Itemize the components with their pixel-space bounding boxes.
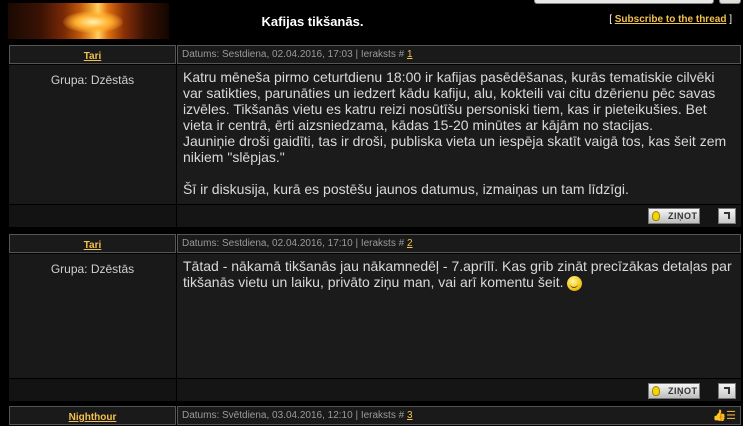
user-group: Grupa: Dzēstās	[50, 73, 135, 87]
author-info: Grupa: Dzēstās	[9, 65, 176, 204]
search-input[interactable]	[534, 0, 714, 4]
post-date: Datums: Sestdiena, 02.04.2016, 17:03 | I…	[182, 49, 405, 60]
post-text-blank	[183, 165, 735, 181]
post-text-line: Šī ir diskusija, kurā es postēšu jaunos …	[183, 181, 629, 197]
post-text-line: Katru mēneša pirmo ceturtdienu 18:00 ir …	[183, 69, 715, 85]
bracket-close: ]	[729, 14, 732, 25]
post-date: Datums: Sestdiena, 02.04.2016, 17:10 | I…	[182, 238, 405, 249]
bulb-icon	[652, 386, 660, 396]
post-meta: Datums: Sestdiena, 02.04.2016, 17:03 | I…	[177, 45, 741, 64]
subscribe-container: [ Subscribe to the thread ]	[560, 14, 732, 25]
post-footer-right: ZIŅOT	[177, 205, 741, 227]
fireplace-banner-image	[8, 3, 169, 39]
post-content: Tātad - nākamā tikšanās jau nākamnedēļ -…	[177, 254, 741, 291]
thread-title: Kafijas tikšanās.	[261, 14, 364, 29]
post-author-cell: Tari	[9, 45, 176, 64]
thumbs-up-icon[interactable]: 👍☰	[712, 408, 736, 425]
smiley-icon	[567, 275, 583, 291]
report-button[interactable]: ZIŅOT	[648, 383, 700, 399]
report-label: ZIŅOT	[668, 386, 698, 396]
post-author-cell: Tari	[9, 234, 176, 253]
post-footer-left	[9, 379, 176, 401]
post-number-link[interactable]: 3	[407, 410, 413, 421]
post-number-link[interactable]: 1	[407, 49, 413, 60]
back-to-top-button[interactable]	[718, 208, 736, 224]
post-content: Katru mēneša pirmo ceturtdienu 18:00 ir …	[177, 65, 741, 197]
arrow-up-icon	[724, 387, 730, 394]
subscribe-link[interactable]: Subscribe to the thread	[615, 14, 727, 25]
author-link[interactable]: Tari	[84, 51, 102, 62]
post-body: Katru mēneša pirmo ceturtdienu 18:00 ir …	[177, 65, 741, 204]
post-text-segment: tikšanās vietu un laiku, privāto ziņu ma…	[183, 274, 564, 290]
post-text-line: var satikties, parunāties un iedzert kād…	[183, 85, 716, 101]
author-link[interactable]: Nighthour	[69, 412, 117, 423]
search-button[interactable]	[719, 0, 741, 4]
report-label: ZIŅOT	[668, 211, 698, 221]
post-text-line: izvēles. Tikšanās vietu es katru reizi n…	[183, 101, 707, 117]
post-number-link[interactable]: 2	[407, 238, 413, 249]
post-date: Datums: Svētdiena, 03.04.2016, 12:10 | I…	[182, 410, 405, 421]
user-group: Grupa: Dzēstās	[50, 262, 135, 276]
back-to-top-button[interactable]	[718, 383, 736, 399]
bulb-icon	[652, 211, 660, 221]
post-text-line: Tātad - nākamā tikšanās jau nākamnedēļ -…	[183, 258, 732, 274]
post-author-cell: Nighthour	[9, 406, 176, 425]
post-text-line: tikšanās vietu un laiku, privāto ziņu ma…	[183, 274, 735, 291]
author-info: Grupa: Dzēstās	[9, 254, 176, 378]
post-meta: Datums: Sestdiena, 02.04.2016, 17:10 | I…	[177, 234, 741, 253]
post-text-line: Jauniņie droši gaidīti, tas ir droši, pu…	[183, 133, 727, 149]
arrow-up-icon	[724, 212, 730, 219]
post-text-line: nikiem "slēpjas."	[183, 149, 285, 165]
bracket-open: [	[609, 14, 612, 25]
post-body: Tātad - nākamā tikšanās jau nākamnedēļ -…	[177, 254, 741, 378]
post-text-line: vieta ir centrā, ērti aizsniedzama, kāda…	[183, 117, 653, 133]
fire-glow	[63, 11, 123, 33]
report-button[interactable]: ZIŅOT	[648, 208, 700, 224]
post-footer-right: ZIŅOT	[177, 379, 741, 401]
forum-header: Kafijas tikšanās. [ Subscribe to the thr…	[0, 0, 743, 44]
post-footer-left	[9, 205, 176, 227]
post-meta: Datums: Svētdiena, 03.04.2016, 12:10 | I…	[177, 406, 741, 425]
author-link[interactable]: Tari	[84, 240, 102, 251]
